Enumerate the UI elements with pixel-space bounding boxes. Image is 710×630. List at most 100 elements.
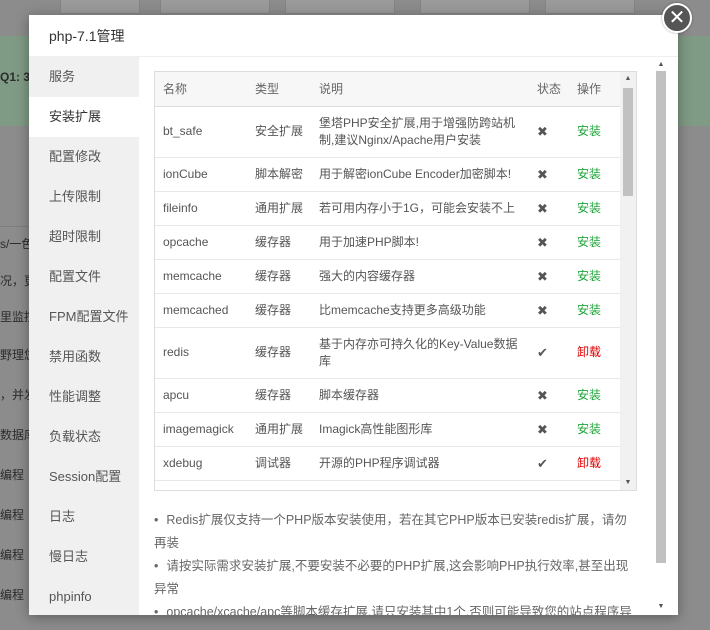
panel-scrollbar-thumb[interactable] bbox=[656, 71, 666, 563]
bg-button bbox=[160, 0, 270, 14]
note-text: opcache/xcache/apc等脚本缓存扩展,请只安装其中1个,否则可能导… bbox=[166, 605, 632, 615]
sidebar-item-config-file[interactable]: 配置文件 bbox=[29, 257, 139, 297]
extension-name: ionCube bbox=[155, 157, 247, 192]
extension-type: 调试器 bbox=[247, 446, 311, 481]
sidebar-item-install-extensions[interactable]: 安装扩展 bbox=[29, 97, 139, 137]
extension-description: 开源的PHP程序调试器 bbox=[311, 446, 529, 481]
extensions-table-container: 名称 类型 说明 状态 操作 bt_safe 安全扩展 堡塔PHP安全扩展,用于… bbox=[154, 71, 637, 491]
bg-button bbox=[420, 0, 530, 14]
extension-type: 脚本解密 bbox=[247, 157, 311, 192]
status-not-installed-icon: ✖ bbox=[529, 191, 569, 226]
bg-button bbox=[60, 0, 140, 14]
extension-name: fileinfo bbox=[155, 191, 247, 226]
install-button[interactable]: 安装 bbox=[569, 412, 621, 447]
background-top-buttons bbox=[0, 0, 710, 16]
table-row: fileinfo 通用扩展 若可用内存小于1G，可能会安装不上 ✖ 安装 bbox=[155, 191, 621, 226]
extension-description: 用于加速PHP脚本! bbox=[311, 225, 529, 260]
table-row: memcache 缓存器 强大的内容缓存器 ✖ 安装 bbox=[155, 259, 621, 294]
extension-description: 堡塔PHP安全扩展,用于增强防跨站机制,建议Nginx/Apache用户安装 bbox=[311, 106, 529, 158]
sidebar-item-slow-log[interactable]: 慢日志 bbox=[29, 537, 139, 577]
install-button[interactable]: 安装 bbox=[569, 259, 621, 294]
column-header-type: 类型 bbox=[247, 72, 311, 107]
extension-type: 通用扩展 bbox=[247, 412, 311, 447]
bg-text: 编程 bbox=[0, 588, 25, 602]
bg-text: ，并发 bbox=[0, 388, 30, 402]
close-dialog-button[interactable]: ✕ bbox=[662, 3, 692, 33]
extension-description: 脚本缓存器 bbox=[311, 378, 529, 413]
extensions-panel: 名称 类型 说明 状态 操作 bt_safe 安全扩展 堡塔PHP安全扩展,用于… bbox=[139, 57, 678, 615]
uninstall-button[interactable]: 卸载 bbox=[569, 446, 621, 481]
extension-description: 用于解密ionCube Encoder加密脚本! bbox=[311, 157, 529, 192]
extension-type: 缓存器 bbox=[247, 293, 311, 328]
bg-text: 编程 bbox=[0, 548, 25, 562]
dialog-title: php-7.1管理 bbox=[29, 15, 678, 57]
table-row: xdebug 调试器 开源的PHP程序调试器 ✔ 卸载 bbox=[155, 446, 621, 481]
status-installed-icon: ✔ bbox=[529, 446, 569, 481]
extension-name: memcache bbox=[155, 259, 247, 294]
scroll-down-arrow-icon[interactable]: ▼ bbox=[620, 476, 636, 490]
sidebar-item-config-modify[interactable]: 配置修改 bbox=[29, 137, 139, 177]
table-row: imagemagick 通用扩展 Imagick高性能图形库 ✖ 安装 bbox=[155, 412, 621, 447]
bg-text: Q1: 30 bbox=[0, 70, 30, 84]
extension-type: 缓存器 bbox=[247, 378, 311, 413]
install-button[interactable]: 安装 bbox=[569, 191, 621, 226]
note-item: • 请按实际需求安装扩展,不要安装不必要的PHP扩展,这会影响PHP执行效率,甚至… bbox=[154, 559, 629, 596]
bg-text: 编程 bbox=[0, 508, 25, 522]
table-row: apcu 缓存器 脚本缓存器 ✖ 安装 bbox=[155, 378, 621, 413]
bg-text: 编程 bbox=[0, 468, 25, 482]
scroll-up-arrow-icon[interactable]: ▲ bbox=[620, 72, 636, 86]
extension-name: redis bbox=[155, 327, 247, 379]
notes-list: • Redis扩展仅支持一个PHP版本安装使用，若在其它PHP版本已安装redis… bbox=[154, 509, 639, 615]
bg-text: s/一色 bbox=[0, 237, 30, 251]
column-header-status: 状态 bbox=[529, 72, 569, 107]
install-button[interactable]: 安装 bbox=[569, 225, 621, 260]
bg-button bbox=[285, 0, 395, 14]
bg-text: 里监控 bbox=[0, 310, 30, 324]
panel-scrollbar[interactable]: ▲ ▼ bbox=[654, 59, 668, 613]
bg-divider bbox=[0, 226, 30, 227]
sidebar-item-fpm-config[interactable]: FPM配置文件 bbox=[29, 297, 139, 337]
background-panel-right bbox=[678, 36, 710, 126]
sidebar-item-timeout-limit[interactable]: 超时限制 bbox=[29, 217, 139, 257]
sidebar-item-performance[interactable]: 性能调整 bbox=[29, 377, 139, 417]
extension-name: imagemagick bbox=[155, 412, 247, 447]
sidebar-item-upload-limit[interactable]: 上传限制 bbox=[29, 177, 139, 217]
sidebar-item-disabled-functions[interactable]: 禁用函数 bbox=[29, 337, 139, 377]
sidebar-item-phpinfo[interactable]: phpinfo bbox=[29, 577, 139, 617]
extension-type: 缓存器 bbox=[247, 225, 311, 260]
extension-type: 安全扩展 bbox=[247, 106, 311, 158]
extension-type: 缓存器 bbox=[247, 259, 311, 294]
status-not-installed-icon: ✖ bbox=[529, 225, 569, 260]
scroll-down-arrow-icon[interactable]: ▼ bbox=[654, 601, 668, 613]
status-not-installed-icon: ✖ bbox=[529, 293, 569, 328]
column-header-name: 名称 bbox=[155, 72, 247, 107]
sidebar-item-session-config[interactable]: Session配置 bbox=[29, 457, 139, 497]
install-button[interactable]: 安装 bbox=[569, 378, 621, 413]
extension-description: 比memcache支持更多高级功能 bbox=[311, 293, 529, 328]
extension-description: 基于内存亦可持久化的Key-Value数据库 bbox=[311, 327, 529, 379]
table-row: opcache 缓存器 用于加速PHP脚本! ✖ 安装 bbox=[155, 225, 621, 260]
extension-name: apcu bbox=[155, 378, 247, 413]
sidebar-item-service[interactable]: 服务 bbox=[29, 57, 139, 97]
bg-text: 况，更 bbox=[0, 274, 30, 288]
table-scrollbar-thumb[interactable] bbox=[623, 88, 633, 196]
bg-button bbox=[545, 0, 635, 14]
note-item: • Redis扩展仅支持一个PHP版本安装使用，若在其它PHP版本已安装redis… bbox=[154, 513, 627, 550]
extension-name: xdebug bbox=[155, 446, 247, 481]
sidebar-item-log[interactable]: 日志 bbox=[29, 497, 139, 537]
table-row: ionCube 脚本解密 用于解密ionCube Encoder加密脚本! ✖ … bbox=[155, 157, 621, 192]
extension-name: bt_safe bbox=[155, 106, 247, 158]
status-not-installed-icon: ✖ bbox=[529, 106, 569, 158]
status-not-installed-icon: ✖ bbox=[529, 378, 569, 413]
table-scrollbar[interactable]: ▲ ▼ bbox=[620, 72, 636, 490]
sidebar-item-load-status[interactable]: 负载状态 bbox=[29, 417, 139, 457]
status-not-installed-icon: ✖ bbox=[529, 157, 569, 192]
uninstall-button[interactable]: 卸载 bbox=[569, 327, 621, 379]
status-not-installed-icon: ✖ bbox=[529, 259, 569, 294]
extensions-table: 名称 类型 说明 状态 操作 bt_safe 安全扩展 堡塔PHP安全扩展,用于… bbox=[155, 72, 621, 481]
table-row: redis 缓存器 基于内存亦可持久化的Key-Value数据库 ✔ 卸载 bbox=[155, 327, 621, 379]
scroll-up-arrow-icon[interactable]: ▲ bbox=[654, 59, 668, 71]
install-button[interactable]: 安装 bbox=[569, 293, 621, 328]
install-button[interactable]: 安装 bbox=[569, 106, 621, 158]
install-button[interactable]: 安装 bbox=[569, 157, 621, 192]
